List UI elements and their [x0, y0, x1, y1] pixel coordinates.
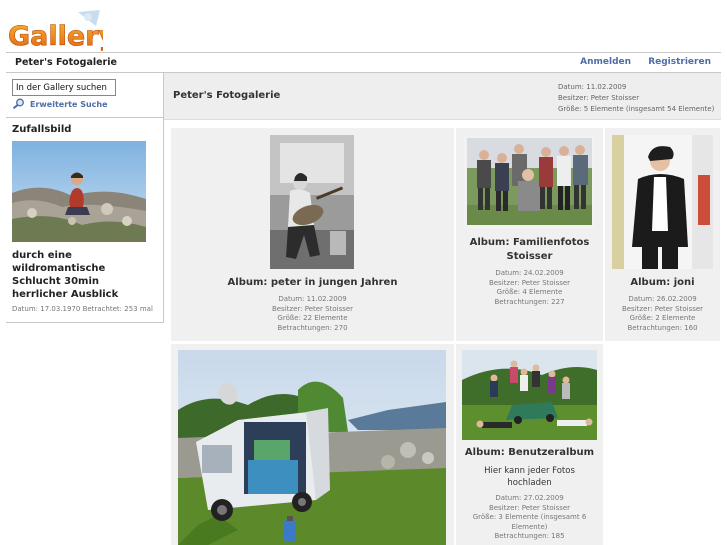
gallery-date: Datum: 11.02.2009	[558, 83, 627, 91]
album-title[interactable]: Album: Benutzeralbum	[456, 446, 603, 460]
album-owner: Besitzer: Peter Stoisser	[488, 503, 571, 512]
album-views: Betrachtungen: 160	[627, 323, 698, 332]
album-title[interactable]: Album: Familienfotos Stoisser	[456, 236, 603, 264]
album-owner: Besitzer: Peter Stoisser	[271, 304, 354, 313]
album-meta: Datum: 24.02.2009 Besitzer: Peter Stoiss…	[456, 269, 603, 307]
sidebar: Erweiterte Suche Zufallsbild durch eine …	[6, 73, 164, 323]
album-views: Betrachtungen: 227	[494, 297, 565, 306]
login-link[interactable]: Anmelden	[580, 57, 631, 67]
album-thumbnail[interactable]	[612, 135, 713, 269]
random-image-title: Zufallsbild	[12, 124, 72, 135]
album-meta: Datum: 27.02.2009 Besitzer: Peter Stoiss…	[456, 494, 603, 542]
gallery-size: Größe: 5 Elemente (insgesamt 54 Elemente…	[558, 105, 715, 113]
site-title[interactable]: Peter's Fotogalerie	[15, 57, 117, 68]
album-meta: Datum: 26.02.2009 Besitzer: Peter Stoiss…	[605, 295, 720, 333]
album-date: Datum: 24.02.2009	[495, 269, 564, 277]
random-image-meta: Datum: 17.03.1970 Betrachtet: 253 mal	[12, 305, 153, 313]
album-owner: Besitzer: Peter Stoisser	[488, 278, 571, 287]
album-size: Größe: 3 Elemente (insgesamt 6 Elemente)	[472, 513, 587, 531]
main-header: Peter's Fotogalerie Datum: 11.02.2009 Be…	[164, 73, 721, 120]
album-meta: Datum: 11.02.2009 Besitzer: Peter Stoiss…	[171, 295, 454, 333]
album-date: Datum: 11.02.2009	[278, 295, 347, 303]
advanced-search-label: Erweiterte Suche	[30, 100, 108, 109]
album-thumbnail[interactable]	[178, 350, 446, 545]
gallery-logo[interactable]: Gallery	[8, 8, 103, 52]
album-title[interactable]: Album: peter in jungen Jahren	[171, 276, 454, 290]
auth-links: Anmelden Registrieren	[566, 57, 711, 67]
search-input[interactable]	[12, 79, 116, 96]
album-owner: Besitzer: Peter Stoisser	[621, 304, 704, 313]
search-block: Erweiterte Suche	[6, 73, 163, 118]
album-cell: Album: Benutzeralbum Hier kann jeder Fot…	[456, 344, 603, 545]
album-thumbnail[interactable]	[270, 135, 354, 269]
album-cell	[171, 344, 454, 545]
random-image-thumbnail[interactable]	[12, 141, 146, 242]
album-cell: Album: peter in jungen Jahren Datum: 11.…	[171, 128, 454, 341]
album-date: Datum: 27.02.2009	[495, 494, 564, 502]
gallery-owner: Besitzer: Peter Stoisser	[558, 94, 640, 102]
album-size: Größe: 2 Elemente	[629, 314, 696, 322]
gallery-info: Datum: 11.02.2009 Besitzer: Peter Stoiss…	[558, 82, 714, 115]
album-cell: Album: joni Datum: 26.02.2009 Besitzer: …	[605, 128, 720, 341]
register-link[interactable]: Registrieren	[648, 57, 711, 67]
header-bar: Peter's Fotogalerie Anmelden Registriere…	[6, 52, 721, 73]
album-date: Datum: 26.02.2009	[628, 295, 697, 303]
album-views: Betrachtungen: 270	[277, 323, 348, 332]
album-size: Größe: 22 Elemente	[277, 314, 348, 322]
page-title: Peter's Fotogalerie	[173, 90, 281, 101]
album-thumbnail[interactable]	[462, 350, 597, 440]
logo-text: Gallery	[8, 21, 103, 52]
advanced-search-link[interactable]: Erweiterte Suche	[12, 98, 108, 111]
album-size: Größe: 4 Elemente	[496, 288, 563, 296]
album-description: Hier kann jeder Fotos hochladen	[484, 466, 575, 488]
album-cell: Album: Familienfotos Stoisser Datum: 24.…	[456, 128, 603, 341]
random-image-caption[interactable]: durch eine wildromantische Schlucht 30mi…	[12, 249, 152, 301]
album-title[interactable]: Album: joni	[605, 276, 720, 290]
album-thumbnail[interactable]	[464, 135, 595, 228]
album-views: Betrachtungen: 185	[494, 532, 565, 540]
magnifier-icon	[12, 98, 26, 111]
